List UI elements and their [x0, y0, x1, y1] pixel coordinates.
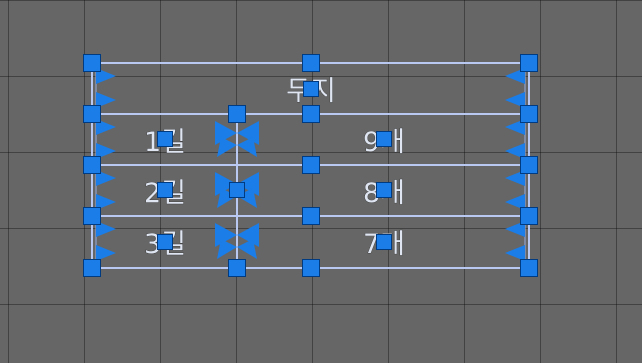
table-cells: 두지 1길 9개 2길 8개 3길 7개: [144, 76, 406, 261]
square-handle-icon[interactable]: [83, 207, 101, 225]
square-handle-icon[interactable]: [157, 131, 173, 147]
square-handle-icon[interactable]: [83, 54, 101, 72]
resize-arrow-icon[interactable]: [505, 245, 525, 261]
square-handle-icon[interactable]: [302, 54, 320, 72]
square-handle-icon[interactable]: [520, 54, 538, 72]
square-handle-icon[interactable]: [83, 156, 101, 174]
square-handle-icon[interactable]: [157, 234, 173, 250]
editor-canvas[interactable]: 두지 1길 9개 2길 8개 3길 7개: [0, 0, 642, 363]
table-editor[interactable]: 두지 1길 9개 2길 8개 3길 7개: [0, 0, 642, 363]
square-handle-icon[interactable]: [302, 207, 320, 225]
square-handle-icon[interactable]: [520, 105, 538, 123]
square-handle-icon[interactable]: [228, 259, 246, 277]
square-handle-icon[interactable]: [228, 105, 246, 123]
square-handle-icon[interactable]: [302, 105, 320, 123]
square-handle-icon[interactable]: [157, 182, 173, 198]
square-handle-icon[interactable]: [303, 81, 319, 97]
square-handle-icon[interactable]: [520, 207, 538, 225]
square-handle-icon[interactable]: [83, 259, 101, 277]
square-handle-icon[interactable]: [376, 182, 392, 198]
square-handle-icon[interactable]: [376, 131, 392, 147]
square-handle-icon[interactable]: [520, 156, 538, 174]
square-handle-icon[interactable]: [83, 105, 101, 123]
square-handle-icon[interactable]: [520, 259, 538, 277]
square-handle-icon[interactable]: [229, 182, 245, 198]
square-handle-icon[interactable]: [376, 234, 392, 250]
resize-arrow-icon[interactable]: [96, 245, 116, 261]
square-handle-icon[interactable]: [302, 259, 320, 277]
square-handle-icon[interactable]: [302, 156, 320, 174]
